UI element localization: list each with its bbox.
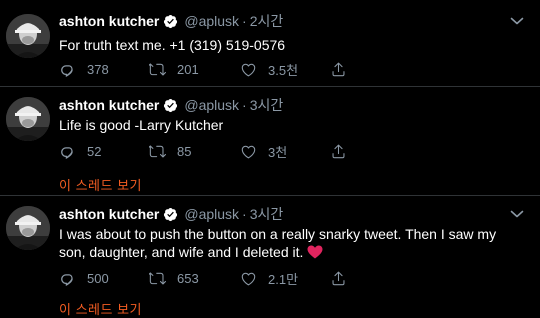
separator-dot: · xyxy=(242,13,247,29)
tweet-text: I was about to push the button on a real… xyxy=(59,226,497,260)
reply-button[interactable]: 500 xyxy=(59,269,109,287)
tweet-header: ashton kutcher @aplusk · 2시간 xyxy=(59,12,283,30)
avatar[interactable] xyxy=(6,206,50,250)
timestamp[interactable]: 2시간 xyxy=(250,11,284,31)
separator-dot: · xyxy=(242,97,247,113)
like-icon xyxy=(240,270,257,287)
author-name[interactable]: ashton kutcher xyxy=(59,13,159,29)
retweet-count: 653 xyxy=(177,270,199,286)
like-count: 2.1만 xyxy=(268,271,299,287)
verified-badge-icon xyxy=(163,98,178,113)
like-button[interactable]: 3천 xyxy=(240,142,287,160)
timestamp[interactable]: 3시간 xyxy=(250,204,284,224)
author-name[interactable]: ashton kutcher xyxy=(59,97,159,113)
author-name[interactable]: ashton kutcher xyxy=(59,206,159,222)
author-handle[interactable]: @aplusk xyxy=(184,97,239,113)
like-count: 3천 xyxy=(268,144,288,160)
author-handle[interactable]: @aplusk xyxy=(184,13,239,29)
share-button[interactable] xyxy=(330,269,358,287)
like-button[interactable]: 3.5천 xyxy=(240,60,298,78)
share-icon xyxy=(330,143,347,160)
reply-count: 378 xyxy=(87,61,109,77)
tweet-text: Life is good -Larry Kutcher xyxy=(59,117,224,133)
like-icon xyxy=(240,143,257,160)
like-count: 3.5천 xyxy=(268,62,299,78)
verified-badge-icon xyxy=(163,207,178,222)
retweet-button[interactable]: 201 xyxy=(149,60,199,78)
red-heart-emoji-icon xyxy=(307,245,323,259)
share-button[interactable] xyxy=(330,142,358,160)
retweet-icon xyxy=(149,270,166,287)
timestamp[interactable]: 3시간 xyxy=(250,95,284,115)
reply-button[interactable]: 52 xyxy=(59,142,101,160)
like-icon xyxy=(240,61,257,78)
like-button[interactable]: 2.1만 xyxy=(240,269,298,287)
reply-icon xyxy=(59,61,76,78)
reply-count: 52 xyxy=(87,143,102,159)
tweet-header: ashton kutcher @aplusk · 3시간 xyxy=(59,96,283,114)
tweet-actions: 52 85 3천 xyxy=(59,142,359,160)
tweet-text-container: I was about to push the button on a real… xyxy=(59,225,524,261)
chevron-down-icon[interactable] xyxy=(510,16,524,26)
reply-count: 500 xyxy=(87,270,109,286)
tweet[interactable]: ashton kutcher @aplusk · 3시간 Life is goo… xyxy=(0,87,540,195)
avatar[interactable] xyxy=(6,14,50,58)
reply-icon xyxy=(59,270,76,287)
share-icon xyxy=(330,270,347,287)
show-thread-link[interactable]: 이 스레드 보기 xyxy=(59,299,142,318)
tweet[interactable]: ashton kutcher @aplusk · 3시간 I was about… xyxy=(0,196,540,318)
tweet-actions: 500 653 2.1만 xyxy=(59,269,359,287)
avatar[interactable] xyxy=(6,97,50,141)
share-icon xyxy=(330,61,347,78)
separator-dot: · xyxy=(242,206,247,222)
verified-badge-icon xyxy=(163,14,178,29)
retweet-button[interactable]: 653 xyxy=(149,269,199,287)
tweet[interactable]: ashton kutcher @aplusk · 2시간 For truth t… xyxy=(0,0,540,86)
show-thread-link[interactable]: 이 스레드 보기 xyxy=(59,175,142,194)
retweet-count: 201 xyxy=(177,61,199,77)
tweet-header: ashton kutcher @aplusk · 3시간 xyxy=(59,205,283,223)
retweet-icon xyxy=(149,61,166,78)
tweet-text: For truth text me. +1 (319) 519-0576 xyxy=(59,37,286,53)
chevron-down-icon[interactable] xyxy=(510,209,524,219)
retweet-icon xyxy=(149,143,166,160)
reply-button[interactable]: 378 xyxy=(59,60,109,78)
tweet-actions: 378 201 3.5천 xyxy=(59,60,359,78)
share-button[interactable] xyxy=(330,60,358,78)
retweet-count: 85 xyxy=(177,143,192,159)
author-handle[interactable]: @aplusk xyxy=(184,206,239,222)
reply-icon xyxy=(59,143,76,160)
retweet-button[interactable]: 85 xyxy=(149,142,191,160)
